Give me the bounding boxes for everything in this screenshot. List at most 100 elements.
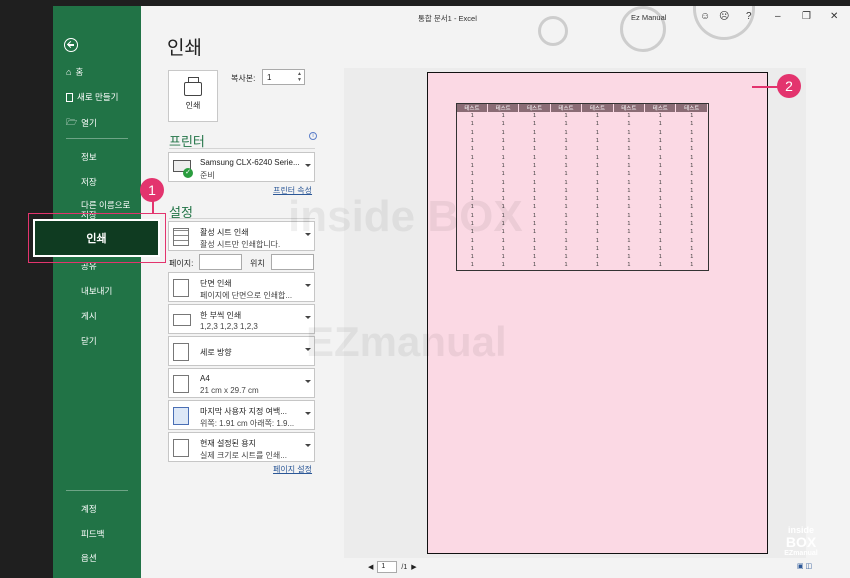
nav-options[interactable]: 옵션 xyxy=(81,552,97,564)
nav-new-label: 새로 만들기 xyxy=(77,92,119,102)
annotation-badge-1: 1 xyxy=(140,178,164,202)
preview-cell: 1 xyxy=(690,179,694,186)
preview-cell: 1 xyxy=(690,254,694,261)
nav-save[interactable]: 저장 xyxy=(81,176,97,188)
paper-size-dropdown[interactable]: A4 21 cm x 29.7 cm xyxy=(168,368,315,398)
preview-cell: 1 xyxy=(533,129,537,136)
preview-cell: 1 xyxy=(627,196,631,203)
preview-cell: 1 xyxy=(658,229,662,236)
preview-cell: 1 xyxy=(470,154,474,161)
user-name[interactable]: Ez Manual xyxy=(631,13,666,22)
preview-row: 1 1 1 1 1 1 1 1 xyxy=(457,170,708,178)
prev-page-icon[interactable]: ◀ xyxy=(368,563,373,571)
preview-cell: 1 xyxy=(658,212,662,219)
page-setup-link[interactable]: 페이지 설정 xyxy=(273,464,312,475)
collate-icon xyxy=(173,314,191,326)
nav-info[interactable]: 정보 xyxy=(81,151,97,163)
preview-cell: 1 xyxy=(627,237,631,244)
watermark-insidebox: inside BOX xyxy=(288,192,523,241)
nav-home[interactable]: ⌂ 홈 xyxy=(66,66,83,78)
preview-row: 1 1 1 1 1 1 1 1 xyxy=(457,253,708,261)
preview-cell: 1 xyxy=(533,245,537,252)
preview-cell: 1 xyxy=(501,254,505,261)
close-button[interactable]: ✕ xyxy=(830,11,838,22)
preview-cell: 1 xyxy=(501,171,505,178)
preview-cell: 1 xyxy=(658,138,662,145)
preview-cell: 1 xyxy=(470,129,474,136)
nav-print[interactable]: 인쇄 xyxy=(33,219,160,257)
copies-label: 복사본: xyxy=(231,74,256,83)
smiley-icon[interactable]: ☺ xyxy=(700,11,710,22)
help-button[interactable]: ? xyxy=(746,11,752,22)
nav-export[interactable]: 내보내기 xyxy=(81,285,112,297)
one-sided-icon xyxy=(173,279,189,297)
restore-button[interactable]: ❐ xyxy=(802,11,811,22)
badge2-connector xyxy=(752,86,778,88)
preview-cell: 1 xyxy=(470,121,474,128)
preview-cell: 1 xyxy=(690,262,694,269)
sheet-grid-icon xyxy=(173,228,189,246)
preview-row: 1 1 1 1 1 1 1 1 xyxy=(457,153,708,161)
sides-dropdown[interactable]: 단면 인쇄 페이지에 단면으로 인쇄합... xyxy=(168,272,315,302)
chevron-down-icon xyxy=(305,444,311,447)
preview-cell: 1 xyxy=(564,113,568,120)
orientation-dropdown[interactable]: 세로 방향 xyxy=(168,336,315,366)
preview-cell: 1 xyxy=(564,221,568,227)
scaling-icon xyxy=(173,439,189,457)
minimize-button[interactable]: – xyxy=(775,11,781,22)
nav-account[interactable]: 계정 xyxy=(81,503,97,515)
nav-open[interactable]: 🗁 열기 xyxy=(66,115,97,131)
copies-value: 1 xyxy=(267,73,272,82)
preview-cell: 1 xyxy=(564,229,568,236)
nav-publish[interactable]: 게시 xyxy=(81,310,97,322)
preview-cell: 1 xyxy=(658,221,662,227)
badge1-connector xyxy=(152,200,154,214)
preview-cell: 1 xyxy=(501,121,505,128)
preview-header-cell: 테스트 xyxy=(457,104,488,112)
annotation-badge-2: 2 xyxy=(777,74,801,98)
current-page-input[interactable]: 1 xyxy=(377,561,398,573)
printer-icon xyxy=(184,76,202,96)
pages-from-input[interactable] xyxy=(199,254,242,270)
preview-cell: 1 xyxy=(658,187,662,194)
nav-feedback[interactable]: 피드백 xyxy=(81,528,104,540)
next-page-icon[interactable]: ▶ xyxy=(411,563,416,571)
collate-dropdown[interactable]: 한 부씩 인쇄 1,2,3 1,2,3 1,2,3 xyxy=(168,304,315,334)
nav-new[interactable]: 새로 만들기 xyxy=(66,91,118,103)
pages-to-input[interactable] xyxy=(271,254,314,270)
pages-to-label: 위치 xyxy=(250,259,265,268)
scaling-dropdown[interactable]: 현재 설정된 용지 실제 크기로 시트를 인쇄... xyxy=(168,432,315,462)
preview-cell: 1 xyxy=(501,113,505,120)
preview-header-cell: 테스트 xyxy=(518,104,551,112)
printer-dropdown[interactable]: ✓ Samsung CLX-6240 Serie... 준비 xyxy=(168,152,315,182)
preview-header-cell: 테스트 xyxy=(581,104,614,112)
nav-close[interactable]: 닫기 xyxy=(81,335,97,347)
preview-cell: 1 xyxy=(501,146,505,153)
preview-cell: 1 xyxy=(690,129,694,136)
preview-body: 1111111111111111111111111111111111111111… xyxy=(457,112,708,270)
preview-row: 1 1 1 1 1 1 1 1 xyxy=(457,245,708,253)
print-button[interactable]: 인쇄 xyxy=(168,70,218,122)
info-icon[interactable]: i xyxy=(309,132,317,140)
page-total: /1 xyxy=(401,563,408,571)
preview-row: 1 1 1 1 1 1 1 1 xyxy=(457,129,708,137)
preview-cell: 1 xyxy=(658,113,662,120)
copies-spinner-icon[interactable]: ▲ ▼ xyxy=(297,71,302,83)
preview-cell: 1 xyxy=(658,121,662,128)
preview-cell: 1 xyxy=(533,221,537,227)
preview-cell: 1 xyxy=(564,212,568,219)
back-arrow-icon[interactable] xyxy=(64,38,78,52)
preview-cell: 1 xyxy=(690,162,694,169)
frown-icon[interactable]: ☹ xyxy=(719,11,729,22)
preview-cell: 1 xyxy=(595,254,599,261)
preview-header-cell: 테스트 xyxy=(613,104,646,112)
preview-cell: 1 xyxy=(533,154,537,161)
preview-cell: 1 xyxy=(595,146,599,153)
copies-input[interactable]: 1 ▲ ▼ xyxy=(262,69,305,85)
preview-cell: 1 xyxy=(533,212,537,219)
chevron-down-icon xyxy=(305,412,311,415)
preview-cell: 1 xyxy=(627,113,631,120)
margins-dropdown[interactable]: 마지막 사용자 지정 여백... 위쪽: 1.91 cm 아래쪽: 1.9... xyxy=(168,400,315,430)
preview-cell: 1 xyxy=(595,262,599,269)
preview-cell: 1 xyxy=(690,212,694,219)
